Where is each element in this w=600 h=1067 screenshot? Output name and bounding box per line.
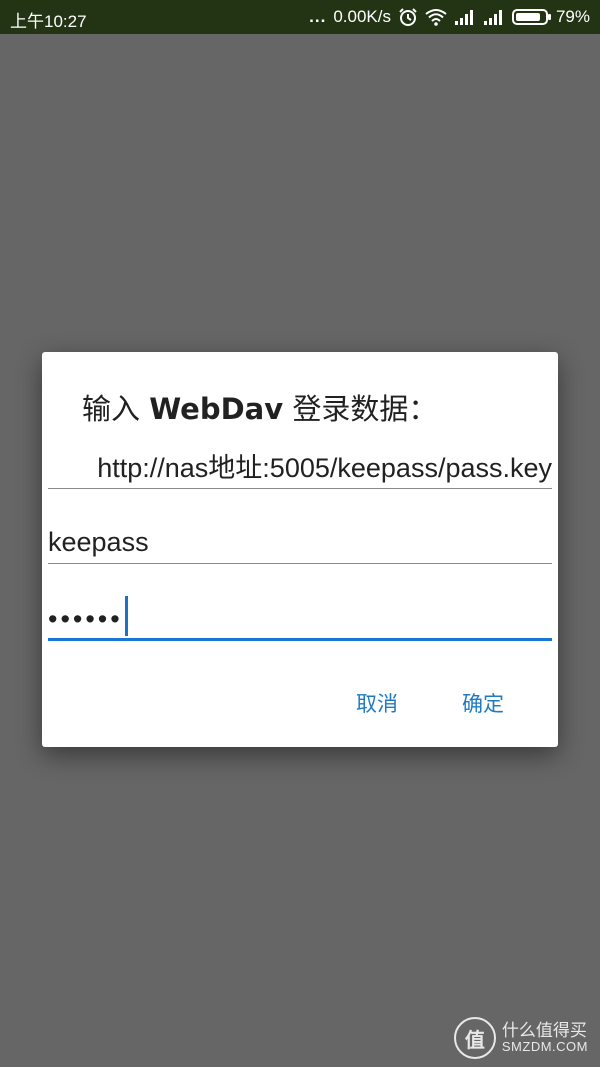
status-right: ... 0.00K/s 79% (309, 5, 590, 29)
watermark: 值 什么值得买 SMZDM.COM (453, 1017, 588, 1059)
password-field-underline (48, 638, 552, 641)
dialog-title-prefix: 输入 (82, 392, 150, 426)
watermark-logo-icon: 值 (453, 1017, 496, 1059)
more-dots-icon: ... (309, 7, 327, 26)
alarm-icon (398, 7, 418, 27)
wifi-icon (425, 8, 447, 26)
username-field-value: keepass (48, 527, 149, 557)
status-time: 上午10:27 (10, 12, 87, 31)
status-bar: 上午10:27 ... 0.00K/s 79% (0, 0, 600, 34)
battery-icon (511, 8, 552, 26)
watermark-text: 什么值得买 SMZDM.COM (501, 1020, 588, 1055)
dialog-title-suffix: 登录数据： (283, 392, 438, 426)
network-speed: 0.00K/s (333, 7, 391, 26)
cancel-button[interactable]: 取消 (346, 682, 408, 724)
username-field-underline (48, 563, 552, 564)
signal-icon (483, 8, 505, 26)
watermark-en: SMZDM.COM (501, 1039, 588, 1055)
password-field[interactable]: •••••• (48, 596, 552, 639)
dialog-title-bold: WebDav (149, 392, 284, 426)
signal-icon (454, 8, 476, 26)
url-field-underline (48, 488, 552, 489)
watermark-cn: 什么值得买 (501, 1020, 587, 1041)
text-cursor (124, 596, 128, 636)
password-field-value: •••••• (48, 604, 123, 634)
battery-percent: 79% (555, 7, 590, 26)
dialog-title: 输入 WebDav 登录数据： (82, 386, 437, 428)
ok-button[interactable]: 确定 (452, 682, 514, 724)
username-field[interactable]: keepass (48, 522, 552, 562)
url-field[interactable]: http://nas地址:5005/keepass/pass.key (48, 448, 552, 488)
url-field-value: http://nas地址:5005/keepass/pass.key (97, 453, 552, 483)
webdav-login-dialog: 输入 WebDav 登录数据： http://nas地址:5005/keepas… (42, 352, 558, 747)
battery-indicator: 79% (511, 7, 590, 27)
